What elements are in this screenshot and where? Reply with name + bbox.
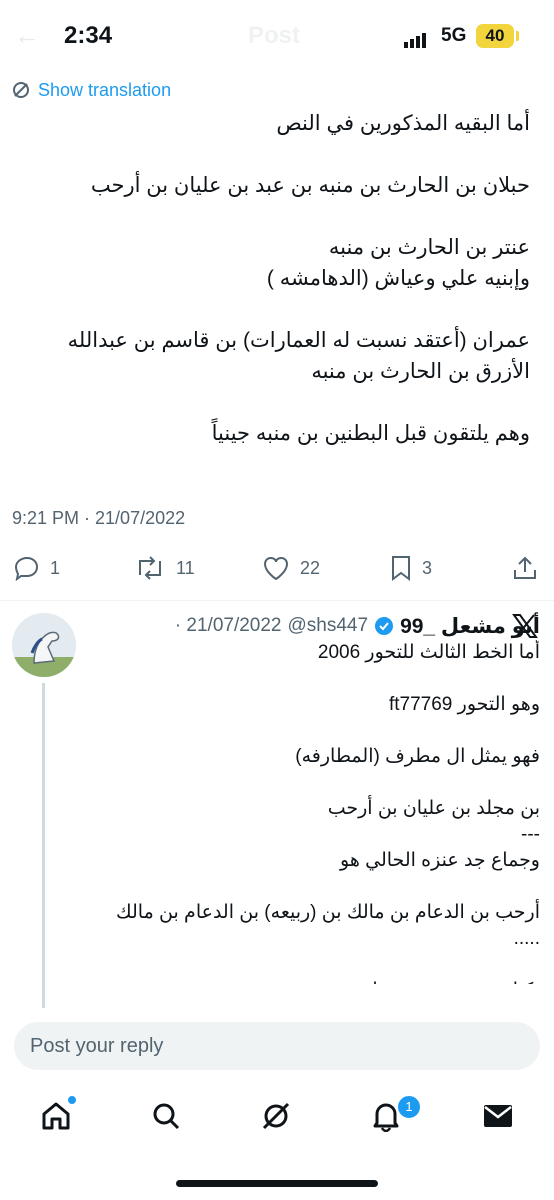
home-indicator [176,1180,378,1187]
home-new-dot [66,1094,78,1106]
reply-composer[interactable] [14,1022,540,1070]
notifications-badge: 1 [396,1094,422,1120]
status-bar: ← Post 2:34 5G 40 [0,0,554,74]
reply-button[interactable]: 1 [14,548,60,588]
reply-input[interactable] [14,1022,510,1070]
network-label: 5G [441,25,467,46]
repost-count: 11 [176,557,195,578]
grok-icon [262,1102,290,1130]
reply-count: 1 [50,557,61,578]
home-icon [42,1102,70,1130]
horse-avatar-icon [12,613,76,677]
repost-icon [139,556,161,580]
reply-date: · 21/07/2022 [174,615,282,636]
battery-icon: 40 [476,24,514,48]
reply-header: · 21/07/2022 @shs447 أبو مشعل _99 [175,612,540,640]
show-translation-label: Show translation [38,79,172,100]
thread-line [42,683,45,1013]
bookmark-count: 3 [422,557,433,578]
header-title: Post [248,22,301,49]
show-translation-link[interactable]: Show translation [12,78,171,102]
bookmark-icon [392,556,410,581]
like-count: 22 [300,557,321,578]
share-button[interactable] [512,548,538,588]
battery-nub [516,31,519,41]
divider [0,600,554,601]
tab-messages[interactable] [476,1094,520,1138]
status-time: 2:34 [64,22,113,49]
tab-search[interactable] [144,1094,188,1138]
tweet-timestamp: 9:21 PM · 21/07/2022 [12,508,186,528]
tab-grok[interactable] [254,1094,298,1138]
translate-icon [13,82,29,98]
heart-icon [263,556,289,581]
search-icon [153,1103,180,1130]
tweet-actions: 1 11 22 3 [0,548,554,588]
like-button[interactable]: 22 [262,548,320,588]
bookmark-button[interactable]: 3 [390,548,432,588]
back-arrow-icon[interactable]: ← [14,20,40,51]
bottom-tab-bar [0,1090,554,1146]
repost-button[interactable]: 11 [134,548,195,588]
x-logo-icon [512,614,538,638]
verified-badge-icon [375,617,394,635]
tweet-text: أما البقيه المذكورين في النص حبلان بن ال… [67,112,530,445]
mail-icon [484,1105,512,1127]
share-icon [514,556,536,579]
comment-icon [14,556,39,581]
signal-icon [404,30,428,48]
reply-handle[interactable]: @shs447 [288,615,369,637]
reply-text: أما الخط الثالث للتحور 2006 وهو التحور f… [115,642,540,984]
avatar[interactable] [12,613,76,677]
